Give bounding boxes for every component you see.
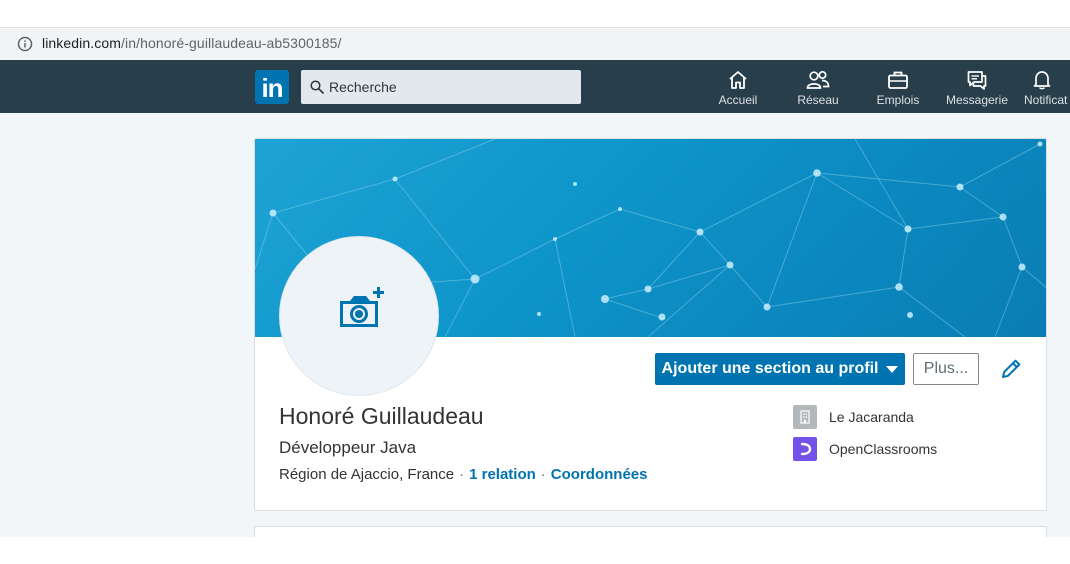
pencil-edit-icon[interactable]	[999, 357, 1023, 381]
linkedin-logo[interactable]: in	[255, 70, 289, 104]
messaging-icon	[967, 71, 987, 90]
profile-avatar[interactable]	[279, 236, 439, 396]
nav-label: Notificat	[1024, 93, 1068, 107]
nav-item-accueil[interactable]: Accueil	[712, 60, 764, 113]
search-input[interactable]	[329, 70, 569, 104]
more-button[interactable]: Plus...	[913, 353, 979, 385]
nav-item-messagerie[interactable]: Messagerie	[944, 60, 1010, 113]
nav-item-notifications[interactable]: Notificat	[1020, 60, 1070, 113]
info-icon[interactable]	[17, 36, 33, 52]
address-bar[interactable]: linkedin.com/in/honoré-guillaudeau-ab530…	[0, 27, 1070, 60]
profile-card: Ajouter une section au profil Plus... Ho…	[254, 138, 1047, 511]
company-building-icon	[793, 405, 817, 429]
linkedin-navbar: in Accueil Réseau Emplois	[0, 60, 1070, 113]
jobs-icon	[888, 71, 908, 89]
profile-location: Région de Ajaccio, France	[279, 466, 455, 483]
notifications-icon	[1033, 71, 1051, 90]
openclassrooms-logo-icon	[793, 437, 817, 461]
profile-meta-line: Région de Ajaccio, France · 1 relation · Coo…	[279, 466, 647, 483]
search-box[interactable]	[301, 70, 581, 104]
nav-label: Accueil	[718, 93, 758, 107]
separator-dot: ·	[540, 466, 546, 483]
browser-bottom-strip	[0, 537, 1070, 564]
connections-link[interactable]: 1 relation	[469, 466, 536, 483]
nav-label: Réseau	[797, 93, 839, 107]
search-icon	[310, 80, 324, 94]
url-text[interactable]: linkedin.com/in/honoré-guillaudeau-ab530…	[42, 35, 342, 51]
company-name: Le Jacaranda	[829, 409, 914, 425]
separator-dot: ·	[459, 466, 465, 483]
nav-label: Emplois	[876, 93, 920, 107]
browser-top-strip	[0, 0, 1070, 27]
nav-item-reseau[interactable]: Réseau	[791, 60, 845, 113]
add-profile-section-label: Ajouter une section au profil	[661, 360, 879, 377]
url-host: linkedin.com	[42, 35, 122, 51]
profile-headline: Développeur Java	[279, 438, 417, 457]
add-photo-camera-icon	[340, 287, 384, 327]
nav-item-emplois[interactable]: Emplois	[872, 60, 924, 113]
add-profile-section-button[interactable]: Ajouter une section au profil	[655, 353, 905, 385]
caret-down-icon	[886, 366, 899, 373]
school-name: OpenClassrooms	[829, 441, 938, 457]
network-icon	[806, 70, 830, 89]
profile-name: Honoré Guillaudeau	[279, 403, 484, 429]
experience-company-le-jacaranda[interactable]: Le Jacaranda	[793, 405, 914, 429]
url-path: /in/honoré-guillaudeau-ab5300185/	[121, 35, 342, 51]
nav-label: Messagerie	[945, 93, 1009, 107]
contact-info-link[interactable]: Coordonnées	[551, 466, 648, 483]
home-icon	[729, 71, 747, 89]
education-school-openclassrooms[interactable]: OpenClassrooms	[793, 437, 937, 461]
